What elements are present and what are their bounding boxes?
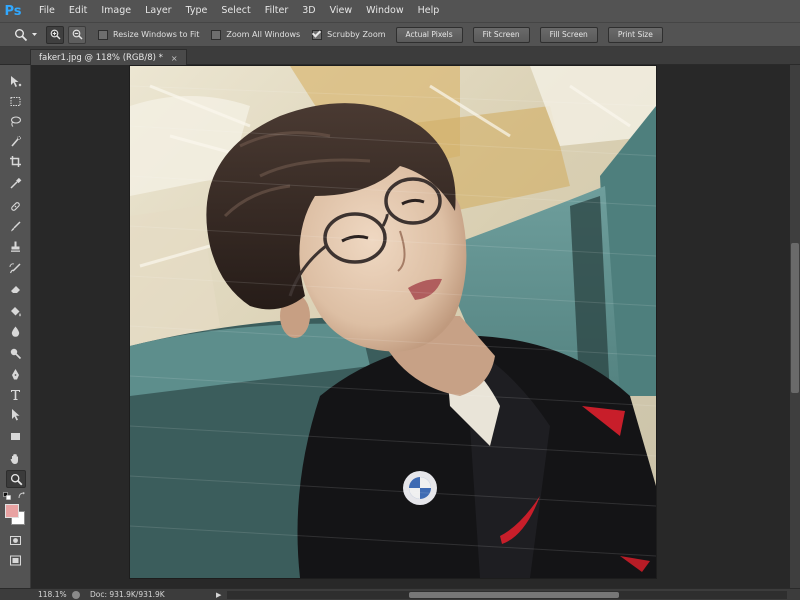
- marquee-icon: [10, 96, 20, 106]
- crop-tool[interactable]: [6, 153, 24, 169]
- brush-icon: [10, 220, 21, 231]
- actual-pixels-button[interactable]: Actual Pixels: [395, 26, 463, 43]
- resize-windows-checkbox[interactable]: Resize Windows to Fit: [98, 29, 200, 40]
- path-select-tool[interactable]: [6, 406, 24, 422]
- menu-bar: Ps File Edit Image Layer Type Select Fil…: [0, 0, 800, 22]
- path-select-icon: [11, 408, 19, 420]
- vertical-scrollbar[interactable]: [790, 65, 800, 588]
- vertical-scrollbar-thumb[interactable]: [791, 243, 799, 393]
- screen-mode-button[interactable]: [6, 552, 24, 568]
- screen-mode-icon: [9, 555, 21, 565]
- menu-filter[interactable]: Filter: [258, 0, 296, 22]
- marquee-tool[interactable]: [6, 93, 24, 109]
- zoom-in-icon: [50, 29, 60, 40]
- menu-image[interactable]: Image: [94, 0, 138, 22]
- chevron-down-icon: [32, 33, 37, 36]
- menu-layer[interactable]: Layer: [138, 0, 179, 22]
- swap-colors-icon[interactable]: [18, 492, 26, 500]
- rectangle-icon: [10, 432, 20, 440]
- lasso-icon: [10, 115, 21, 127]
- rectangle-tool[interactable]: [6, 428, 24, 444]
- zoom-level-field[interactable]: 118.1%: [38, 590, 72, 599]
- type-icon: [10, 389, 20, 400]
- menu-help[interactable]: Help: [411, 0, 447, 22]
- eyedropper-tool[interactable]: [6, 175, 24, 191]
- default-colors-icon[interactable]: [3, 492, 11, 500]
- eraser-icon: [10, 285, 20, 293]
- eraser-tool[interactable]: [6, 280, 24, 296]
- dodge-tool[interactable]: [6, 345, 24, 361]
- menu-window[interactable]: Window: [359, 0, 410, 22]
- hand-tool[interactable]: [6, 450, 24, 466]
- history-brush-tool[interactable]: [6, 260, 24, 276]
- eyedropper-icon: [9, 177, 21, 189]
- quick-select-icon: [10, 135, 21, 147]
- menu-select[interactable]: Select: [214, 0, 257, 22]
- quick-mask-button[interactable]: [6, 532, 24, 548]
- paint-bucket-tool[interactable]: [6, 303, 24, 319]
- status-menu-arrow-icon[interactable]: ▶: [216, 591, 221, 599]
- zoom-tool[interactable]: [6, 470, 26, 488]
- move-tool[interactable]: [6, 73, 24, 89]
- pen-icon: [11, 368, 19, 379]
- close-icon[interactable]: ×: [171, 54, 178, 63]
- lasso-tool[interactable]: [6, 113, 24, 129]
- horizontal-scrollbar-thumb[interactable]: [409, 591, 620, 598]
- portrait-photo-painting: [130, 66, 656, 578]
- quick-select-tool[interactable]: [6, 133, 24, 149]
- status-bar: 118.1% Doc: 931.9K/931.9K ▶: [0, 588, 800, 600]
- status-info-icon[interactable]: [72, 590, 80, 599]
- checkbox-label: Scrubby Zoom: [327, 30, 386, 39]
- foreground-color-swatch[interactable]: [5, 504, 19, 518]
- print-size-button[interactable]: Print Size: [607, 26, 663, 43]
- clone-stamp-icon: [10, 241, 20, 252]
- horizontal-scrollbar[interactable]: [227, 590, 788, 599]
- menu-type[interactable]: Type: [179, 0, 215, 22]
- tool-preset-picker[interactable]: [14, 28, 42, 42]
- crop-icon: [9, 155, 21, 167]
- menu-view[interactable]: View: [323, 0, 360, 22]
- type-tool[interactable]: [6, 386, 24, 402]
- zoom-in-button[interactable]: [46, 25, 64, 44]
- zoom-all-windows-checkbox[interactable]: Zoom All Windows: [211, 29, 301, 40]
- scrubby-zoom-checkbox[interactable]: Scrubby Zoom: [312, 29, 386, 40]
- document-tab-title: faker1.jpg @ 118% (RGB/8) *: [39, 53, 163, 63]
- document-tab-bar: faker1.jpg @ 118% (RGB/8) * ×: [0, 47, 800, 66]
- photoshop-logo: Ps: [4, 3, 22, 19]
- zoom-out-button[interactable]: [68, 25, 86, 44]
- options-bar: Resize Windows to Fit Zoom All Windows S…: [0, 22, 800, 47]
- checkbox-label: Zoom All Windows: [226, 30, 301, 39]
- quick-mask-icon: [9, 535, 21, 545]
- paint-bucket-icon: [10, 306, 21, 316]
- menu-edit[interactable]: Edit: [62, 0, 94, 22]
- fit-screen-button[interactable]: Fit Screen: [472, 26, 530, 43]
- checkbox-box[interactable]: [98, 29, 108, 40]
- menu-file[interactable]: File: [32, 0, 62, 22]
- zoom-icon: [10, 473, 22, 485]
- history-brush-icon: [9, 262, 21, 273]
- blur-icon: [11, 326, 19, 337]
- move-icon: [10, 75, 21, 87]
- blur-tool[interactable]: [6, 323, 24, 339]
- zoom-tool-icon: [15, 28, 28, 41]
- menu-3d[interactable]: 3D: [295, 0, 322, 22]
- zoom-out-icon: [72, 29, 82, 40]
- document-image[interactable]: [130, 66, 656, 578]
- clone-stamp-tool[interactable]: [6, 238, 24, 254]
- healing-brush-tool[interactable]: [6, 198, 24, 214]
- healing-brush-icon: [10, 201, 20, 211]
- fill-screen-button[interactable]: Fill Screen: [539, 26, 598, 43]
- tools-panel: [0, 65, 31, 588]
- checkbox-label: Resize Windows to Fit: [113, 30, 200, 39]
- pen-tool[interactable]: [6, 366, 24, 382]
- checkbox-box[interactable]: [312, 29, 323, 40]
- dodge-icon: [10, 348, 21, 359]
- document-info: Doc: 931.9K/931.9K: [90, 590, 165, 599]
- hand-icon: [10, 453, 18, 464]
- canvas-area[interactable]: [31, 65, 800, 588]
- checkbox-box[interactable]: [211, 29, 222, 40]
- document-tab[interactable]: faker1.jpg @ 118% (RGB/8) * ×: [30, 49, 187, 66]
- brush-tool[interactable]: [6, 218, 24, 234]
